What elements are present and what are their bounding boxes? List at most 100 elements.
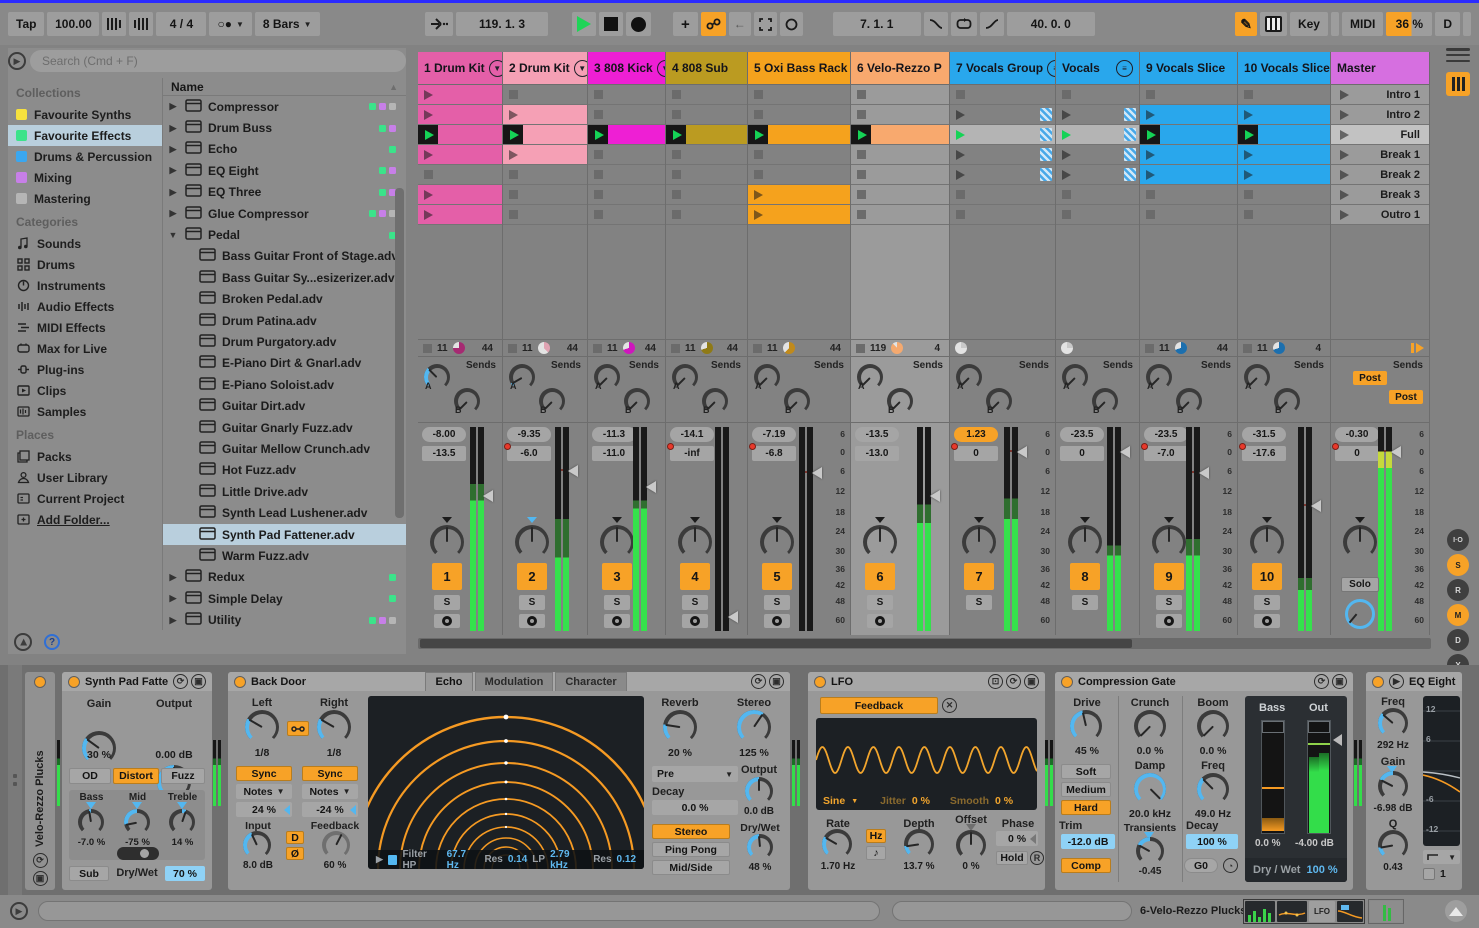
punch-out-button[interactable] xyxy=(980,12,1004,36)
clip-slot[interactable] xyxy=(588,85,665,105)
trim-value[interactable]: -12.0 dB xyxy=(1061,834,1115,849)
retrigger-button[interactable]: R xyxy=(1030,851,1044,865)
save-preset-icon[interactable]: ▣ xyxy=(1024,674,1039,689)
cue-button[interactable] xyxy=(1254,614,1280,628)
preset-item[interactable]: Bass Guitar Front of Stage.adv xyxy=(163,246,406,267)
clip-slot[interactable] xyxy=(418,85,502,105)
clip-slot[interactable] xyxy=(588,125,665,145)
mid-knob[interactable] xyxy=(124,809,150,835)
disclosure-icon[interactable]: ▶ xyxy=(167,123,179,134)
device-item[interactable]: ▶EQ Eight xyxy=(163,160,406,181)
clip-slot[interactable] xyxy=(1140,85,1237,105)
crunch-knob[interactable] xyxy=(1134,710,1166,742)
boom-value[interactable]: 0.0 % xyxy=(1184,745,1242,757)
sort-icon[interactable]: ▲ xyxy=(389,82,398,92)
group-fold-icon[interactable]: ≡ xyxy=(1116,60,1133,77)
clip-slot[interactable] xyxy=(666,205,747,225)
decay-value[interactable]: 0.0 % xyxy=(652,800,738,815)
track-number-button[interactable]: 3 xyxy=(602,563,632,590)
solo-button[interactable]: S xyxy=(867,595,893,610)
volume-fader-handle[interactable] xyxy=(1017,446,1027,458)
peak-level-field[interactable]: -31.5 xyxy=(1242,427,1286,442)
disclosure-icon[interactable]: ▼ xyxy=(167,230,179,240)
tap-tempo-button[interactable]: Tap xyxy=(8,12,44,36)
clip-slot[interactable] xyxy=(1238,105,1330,125)
clip-slot[interactable] xyxy=(1238,165,1330,185)
viz-freeze-icon[interactable] xyxy=(388,855,398,865)
clip-slot[interactable] xyxy=(588,105,665,125)
fuzz-mode-button[interactable]: Fuzz xyxy=(161,768,205,784)
hot-swap-icon[interactable]: ⟳ xyxy=(173,674,188,689)
solo-button[interactable]: S xyxy=(1072,595,1098,610)
clip-slot[interactable] xyxy=(950,125,1055,145)
peak-level-field[interactable]: -23.5 xyxy=(1060,427,1104,442)
preset-item[interactable]: Synth Lead Lushener.adv xyxy=(163,502,406,523)
clip-slot[interactable] xyxy=(1140,145,1237,165)
viz-play-icon[interactable]: ▶ xyxy=(376,854,383,865)
track-header[interactable]: 6 Velo-Rezzo P xyxy=(851,52,949,85)
clip-slot[interactable] xyxy=(1140,205,1237,225)
stop-button[interactable] xyxy=(599,12,623,36)
clip-slot[interactable] xyxy=(503,185,587,205)
sidebar-item-audio-effects[interactable]: Audio Effects xyxy=(8,296,162,317)
eq8-title-bar[interactable]: ▶ EQ Eight xyxy=(1366,672,1462,691)
peak-level-field[interactable]: -23.5 xyxy=(1144,427,1188,442)
show-delay-toggle[interactable]: D xyxy=(1447,629,1469,651)
send-b-knob[interactable]: B xyxy=(624,388,650,414)
sidebar-item-instruments[interactable]: Instruments xyxy=(8,275,162,296)
chevron-down-icon[interactable]: ▼ xyxy=(489,60,502,77)
preset-item[interactable]: Guitar Dirt.adv xyxy=(163,395,406,416)
tempo-field[interactable]: 100.00 xyxy=(47,12,99,36)
clip-slot[interactable] xyxy=(748,205,850,225)
device-item[interactable]: ▼Pedal xyxy=(163,224,406,245)
clip-slot[interactable] xyxy=(748,125,850,145)
sidebar-item-mastering[interactable]: Mastering xyxy=(8,188,162,209)
peak-level-field[interactable]: 1.23 xyxy=(954,427,998,442)
preset-item[interactable]: Warm Fuzz.adv xyxy=(163,545,406,566)
clip-slot[interactable] xyxy=(418,125,502,145)
track-header[interactable]: 1 Drum Kit▼ xyxy=(418,52,502,85)
send-a-knob[interactable]: A xyxy=(754,364,780,390)
track-header[interactable]: 2 Drum Kit▼ xyxy=(503,52,587,85)
drywet-value[interactable]: 70 % xyxy=(165,866,205,881)
preset-item[interactable]: E-Piano Dirt & Gnarl.adv xyxy=(163,353,406,374)
record-button[interactable] xyxy=(626,12,651,36)
play-button[interactable] xyxy=(572,12,596,36)
preset-item[interactable]: Hot Fuzz.adv xyxy=(163,460,406,481)
track-number-button[interactable]: 5 xyxy=(762,563,792,590)
device-thumb[interactable] xyxy=(1337,901,1363,922)
send-b-knob[interactable]: B xyxy=(1274,388,1300,414)
clip-slot[interactable] xyxy=(1056,145,1139,165)
echo-left-knob[interactable] xyxy=(245,710,279,744)
solo-button[interactable]: S xyxy=(966,595,992,610)
peak-level-field[interactable]: -9.35 xyxy=(507,427,551,442)
sidebar-item-sounds[interactable]: Sounds xyxy=(8,233,162,254)
sidebar-item-drums-percussion[interactable]: Drums & Percussion xyxy=(8,146,162,167)
nudge-up-button[interactable] xyxy=(129,12,153,36)
compgate-drywet-value[interactable]: 100 % xyxy=(1306,864,1337,876)
peak-level-field[interactable]: -7.19 xyxy=(752,427,796,442)
sidebar-item-favourite-effects[interactable]: Favourite Effects xyxy=(8,125,162,146)
cue-button[interactable] xyxy=(1156,614,1182,628)
clip-slot[interactable] xyxy=(1238,145,1330,165)
reverb-knob[interactable] xyxy=(663,710,697,744)
disclosure-icon[interactable]: ▶ xyxy=(167,593,179,604)
sidebar-item-plug-ins[interactable]: Plug-ins xyxy=(8,359,162,380)
volume-fader-handle[interactable] xyxy=(568,465,578,477)
clip-slot[interactable] xyxy=(851,145,949,165)
scene-slot[interactable]: Intro 1 xyxy=(1331,85,1429,105)
track-header[interactable]: Vocals≡ xyxy=(1056,52,1139,85)
drive-value[interactable]: 45 % xyxy=(1057,745,1117,757)
wave-selector[interactable]: Sine xyxy=(823,795,845,807)
gate-freq-value[interactable]: 49.0 Hz xyxy=(1184,808,1242,820)
gate-decay-value[interactable]: 100 % xyxy=(1186,834,1238,849)
groove-amount-selector[interactable]: ○●▼ xyxy=(209,12,251,36)
clip-slot[interactable] xyxy=(418,105,502,125)
pingpong-mode-button[interactable]: Ping Pong xyxy=(652,842,730,857)
session-h-scrollbar[interactable] xyxy=(418,638,1431,649)
show-io-toggle[interactable]: I·O xyxy=(1447,529,1469,551)
clip-slot[interactable] xyxy=(418,185,502,205)
clip-slot[interactable] xyxy=(503,125,587,145)
send-b-knob[interactable]: B xyxy=(986,388,1012,414)
cue-button[interactable] xyxy=(682,614,708,628)
